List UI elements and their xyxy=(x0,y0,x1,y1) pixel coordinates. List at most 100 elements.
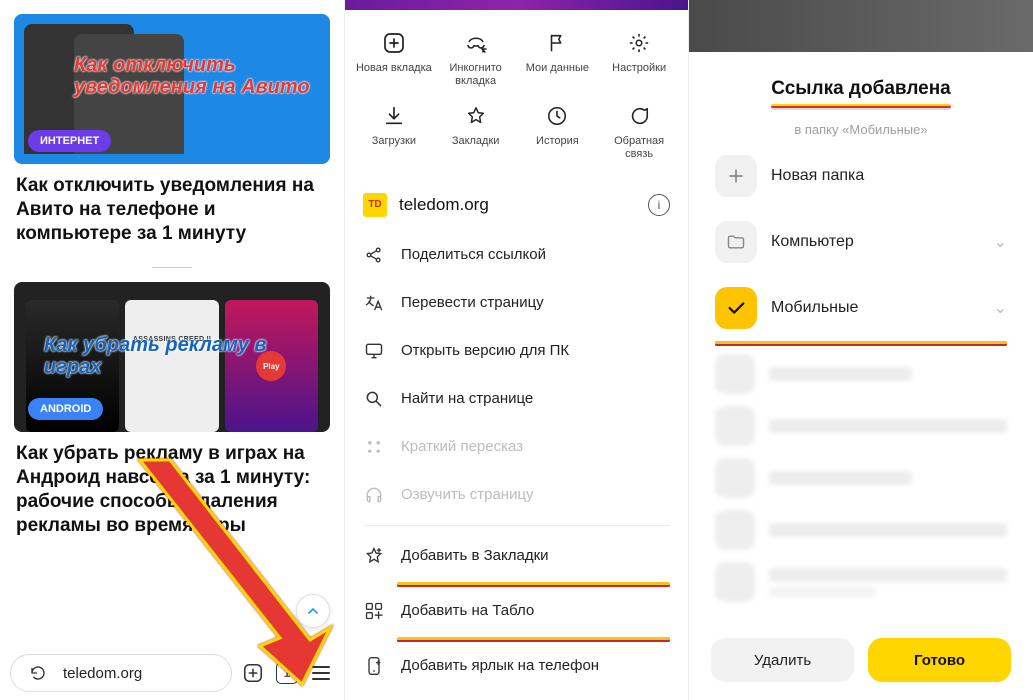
summary-item: Краткий пересказ xyxy=(345,423,688,471)
check-icon xyxy=(715,287,757,329)
browser-bottom-bar: teledom.org 1 xyxy=(0,646,344,700)
my-data-action[interactable]: Мои данные xyxy=(517,22,599,95)
folder-label: Компьютер xyxy=(771,233,980,251)
delete-button[interactable]: Удалить xyxy=(711,638,854,682)
folder-label: Мобильные xyxy=(771,299,980,317)
translate-item[interactable]: Перевести страницу xyxy=(345,279,688,327)
folder-computer-row[interactable]: Компьютер ⌄ xyxy=(711,209,1011,275)
desktop-version-item[interactable]: Открыть версию для ПК xyxy=(345,327,688,375)
new-tab-action[interactable]: Новая вкладка xyxy=(353,22,435,95)
quick-label: История xyxy=(536,135,579,148)
settings-action[interactable]: Настройки xyxy=(598,22,680,95)
quick-label: Мои данные xyxy=(526,62,589,75)
current-site-row: TD teledom.org i xyxy=(345,179,688,231)
incognito-action[interactable]: Инкогнито вкладка xyxy=(435,22,517,95)
downloads-action[interactable]: Загрузки xyxy=(353,95,435,168)
grid-dots-icon xyxy=(363,436,385,458)
highlight-underline xyxy=(397,637,670,640)
menu-label: Озвучить страницу xyxy=(401,486,534,503)
address-url: teledom.org xyxy=(63,665,142,682)
article-thumbnail-1[interactable]: Как отключить уведомления на Авито ИНТЕР… xyxy=(14,14,330,164)
article-thumbnail-2[interactable]: Как убрать рекламу в играх ANDROID xyxy=(14,282,330,432)
reload-icon[interactable] xyxy=(25,660,51,686)
highlight-underline xyxy=(715,341,1007,344)
gear-icon xyxy=(626,30,652,56)
bookmark-added-panel: Ссылка добавлена в папку «Мобильные» Нов… xyxy=(688,0,1033,700)
done-button[interactable]: Готово xyxy=(868,638,1011,682)
menu-label: Краткий пересказ xyxy=(401,438,523,455)
chevron-down-icon: ⌄ xyxy=(994,298,1007,318)
menu-label: Добавить на Табло xyxy=(401,602,534,619)
phone-shortcut-icon xyxy=(363,655,385,677)
scroll-to-top-button[interactable] xyxy=(296,594,330,628)
browser-page-panel: Как отключить уведомления на Авито ИНТЕР… xyxy=(0,0,344,700)
status-bar-backdrop xyxy=(345,0,688,10)
add-shortcut-item[interactable]: Добавить ярлык на телефон xyxy=(345,642,688,690)
menu-label: Добавить ярлык на телефон xyxy=(401,657,599,674)
tabs-button[interactable]: 1 xyxy=(274,660,300,686)
category-badge: ANDROID xyxy=(28,398,103,420)
feedback-action[interactable]: Обратная связь xyxy=(598,95,680,168)
menu-divider xyxy=(363,525,670,526)
add-bookmark-item[interactable]: Добавить в Закладки xyxy=(345,532,688,580)
quick-label: Инкогнито вкладка xyxy=(437,62,515,87)
quick-actions-grid: Новая вкладка Инкогнито вкладка Мои данн… xyxy=(345,10,688,173)
download-icon xyxy=(381,103,407,129)
chat-icon xyxy=(626,103,652,129)
action-buttons-row: Удалить Готово xyxy=(711,638,1011,682)
thumb-overlay-text: Как отключить уведомления на Авито xyxy=(74,54,320,98)
menu-label: Найти на странице xyxy=(401,390,533,407)
bookmarks-action[interactable]: Закладки xyxy=(435,95,517,168)
star-plus-icon xyxy=(363,545,385,567)
site-url: teledom.org xyxy=(399,195,636,215)
new-folder-row[interactable]: Новая папка xyxy=(711,143,1011,209)
plus-icon xyxy=(715,155,757,197)
share-icon xyxy=(363,244,385,266)
star-icon xyxy=(463,103,489,129)
highlight-underline xyxy=(397,582,670,585)
quick-label: Обратная связь xyxy=(600,135,678,160)
sheet-title: Ссылка добавлена xyxy=(711,78,1011,100)
search-icon xyxy=(363,388,385,410)
address-bar[interactable]: teledom.org xyxy=(10,654,232,692)
thumb-overlay-text: Как убрать рекламу в играх xyxy=(44,334,320,378)
history-action[interactable]: История xyxy=(517,95,599,168)
browser-menu-panel: Новая вкладка Инкогнито вкладка Мои данн… xyxy=(344,0,688,700)
quick-label: Закладки xyxy=(452,135,500,148)
menu-list: Поделиться ссылкой Перевести страницу От… xyxy=(345,231,688,690)
category-badge: ИНТЕРНЕТ xyxy=(28,130,111,152)
chevron-down-icon: ⌄ xyxy=(994,232,1007,252)
quick-label: Настройки xyxy=(612,62,666,75)
tablo-icon xyxy=(363,600,385,622)
folder-icon xyxy=(715,221,757,263)
translate-icon xyxy=(363,292,385,314)
site-favicon: TD xyxy=(363,193,387,217)
folder-mobile-row[interactable]: Мобильные ⌄ xyxy=(711,275,1011,341)
background-banner xyxy=(689,0,1033,52)
monitor-icon xyxy=(363,340,385,362)
menu-label: Открыть версию для ПК xyxy=(401,342,569,359)
clock-icon xyxy=(544,103,570,129)
bottom-sheet: Ссылка добавлена в папку «Мобильные» Нов… xyxy=(695,58,1027,700)
highlight-underline xyxy=(771,104,951,108)
tts-item: Озвучить страницу xyxy=(345,471,688,519)
menu-label: Поделиться ссылкой xyxy=(401,246,546,263)
new-folder-label: Новая папка xyxy=(771,167,1007,185)
add-tablo-item[interactable]: Добавить на Табло xyxy=(345,587,688,635)
find-on-page-item[interactable]: Найти на странице xyxy=(345,375,688,423)
menu-button[interactable] xyxy=(308,660,334,686)
quick-label: Новая вкладка xyxy=(356,62,432,75)
share-link-item[interactable]: Поделиться ссылкой xyxy=(345,231,688,279)
info-icon[interactable]: i xyxy=(648,194,670,216)
divider xyxy=(152,267,192,268)
quick-label: Загрузки xyxy=(372,135,416,148)
article-headline-2[interactable]: Как убрать рекламу в играх на Андроид на… xyxy=(0,442,344,547)
article-headline-1[interactable]: Как отключить уведомления на Авито на те… xyxy=(0,174,344,255)
incognito-icon xyxy=(463,30,489,56)
menu-label: Добавить в Закладки xyxy=(401,547,549,564)
tab-count: 1 xyxy=(276,662,298,684)
chevron-up-icon xyxy=(305,603,321,619)
plus-square-icon xyxy=(381,30,407,56)
flag-icon xyxy=(544,30,570,56)
new-tab-button[interactable] xyxy=(240,660,266,686)
